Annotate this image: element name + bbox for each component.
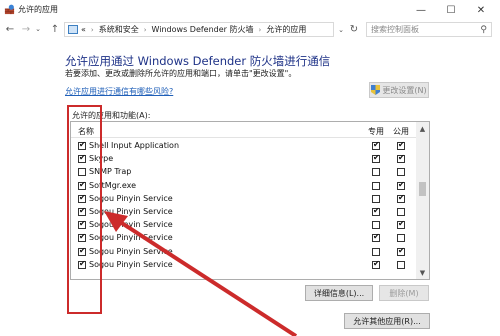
address-bar-row: ← → ⌄ ↑ « › 系统和安全 › Windows Defender 防火墙… bbox=[0, 20, 500, 38]
list-header: 名称 专用 公用 bbox=[71, 122, 417, 138]
forward-icon[interactable]: → bbox=[19, 22, 33, 36]
breadcrumb-overflow[interactable]: « bbox=[81, 25, 86, 34]
scroll-down-icon[interactable]: ▼ bbox=[416, 266, 429, 279]
breadcrumb-allowed-apps[interactable]: 允许的应用 bbox=[266, 24, 306, 35]
breadcrumb-separator: › bbox=[90, 25, 94, 34]
app-row[interactable]: Shell Input Application bbox=[71, 140, 417, 153]
app-enabled-checkbox[interactable] bbox=[78, 206, 86, 216]
app-name: Sogou Pinyin Service bbox=[89, 259, 173, 269]
app-name: SoftMgr.exe bbox=[89, 180, 137, 190]
details-button[interactable]: 详细信息(L)... bbox=[305, 285, 373, 301]
public-network-checkbox[interactable] bbox=[397, 168, 405, 177]
control-panel-icon bbox=[68, 25, 78, 34]
app-row[interactable]: Sogou Pinyin Service bbox=[71, 259, 417, 272]
up-icon[interactable]: ↑ bbox=[48, 22, 62, 36]
public-network-checkbox[interactable] bbox=[397, 180, 405, 190]
title-bar: 允许的应用 — ☐ ✕ bbox=[0, 0, 500, 20]
search-placeholder: 搜索控制面板 bbox=[371, 25, 419, 34]
breadcrumb-separator: › bbox=[258, 25, 262, 34]
app-name: Sogou Pinyin Service bbox=[89, 193, 173, 203]
page-description: 若要添加、更改或删除所允许的应用和端口，请单击"更改设置"。 bbox=[65, 69, 297, 78]
public-network-checkbox[interactable] bbox=[397, 208, 405, 216]
maximize-button[interactable]: ☐ bbox=[436, 0, 466, 20]
public-network-checkbox[interactable] bbox=[397, 234, 405, 243]
private-network-checkbox[interactable] bbox=[372, 181, 380, 190]
allow-other-app-button[interactable]: 允许其他应用(R)... bbox=[344, 313, 430, 329]
scroll-up-icon[interactable]: ▲ bbox=[416, 122, 429, 135]
app-row[interactable]: SNMP Trap bbox=[71, 166, 417, 179]
window-title: 允许的应用 bbox=[18, 5, 58, 14]
public-network-checkbox[interactable] bbox=[397, 246, 405, 256]
private-network-checkbox[interactable] bbox=[372, 232, 380, 243]
private-network-checkbox[interactable] bbox=[372, 140, 380, 150]
allowed-apps-label: 允许的应用和功能(A): bbox=[72, 111, 151, 120]
minimize-button[interactable]: — bbox=[406, 0, 436, 20]
allowed-apps-list[interactable]: 名称 专用 公用 Shell Input Application Skype SNM… bbox=[70, 121, 430, 280]
app-row[interactable]: SoftMgr.exe bbox=[71, 180, 417, 193]
change-settings-button[interactable]: 更改设置(N) bbox=[369, 82, 429, 98]
page-heading: 允许应用通过 Windows Defender 防火墙进行通信 bbox=[65, 54, 331, 68]
address-dropdown-icon[interactable]: ⌄ bbox=[335, 22, 347, 37]
app-name: Sogou Pinyin Service bbox=[89, 220, 173, 230]
private-network-checkbox[interactable] bbox=[372, 194, 380, 203]
delete-button[interactable]: 删除(M) bbox=[379, 285, 429, 301]
public-network-checkbox[interactable] bbox=[397, 219, 405, 230]
search-input[interactable]: 搜索控制面板 ⚲ bbox=[366, 22, 492, 37]
app-name: Shell Input Application bbox=[89, 141, 180, 150]
public-network-checkbox[interactable] bbox=[397, 260, 405, 269]
app-name: Sogou Pinyin Service bbox=[89, 246, 173, 256]
app-row[interactable]: Sogou Pinyin Service bbox=[71, 219, 417, 232]
app-enabled-checkbox[interactable] bbox=[78, 246, 86, 256]
app-enabled-checkbox[interactable] bbox=[78, 259, 86, 269]
app-row[interactable]: Sogou Pinyin Service bbox=[71, 246, 417, 259]
search-icon[interactable]: ⚲ bbox=[480, 25, 487, 35]
column-public-header[interactable]: 公用 bbox=[393, 126, 409, 137]
private-network-checkbox[interactable] bbox=[372, 206, 380, 216]
app-enabled-checkbox[interactable] bbox=[78, 180, 86, 190]
app-name: Sogou Pinyin Service bbox=[89, 207, 173, 216]
breadcrumb-system-security[interactable]: 系统和安全 bbox=[99, 24, 139, 35]
breadcrumb-firewall[interactable]: Windows Defender 防火墙 bbox=[152, 24, 254, 35]
app-name: Sogou Pinyin Service bbox=[89, 233, 173, 243]
back-icon[interactable]: ← bbox=[3, 22, 17, 36]
app-name: Skype bbox=[89, 154, 114, 164]
app-name: SNMP Trap bbox=[89, 167, 132, 177]
app-enabled-checkbox[interactable] bbox=[78, 168, 86, 177]
private-network-checkbox[interactable] bbox=[372, 247, 380, 256]
firewall-app-icon bbox=[4, 4, 15, 15]
change-settings-label: 更改设置(N) bbox=[382, 85, 427, 95]
column-name-header[interactable]: 名称 bbox=[78, 126, 94, 137]
close-button[interactable]: ✕ bbox=[466, 0, 496, 20]
app-enabled-checkbox[interactable] bbox=[78, 193, 86, 203]
column-private-header[interactable]: 专用 bbox=[368, 126, 384, 137]
scroll-thumb[interactable] bbox=[419, 182, 426, 196]
private-network-checkbox[interactable] bbox=[372, 153, 380, 164]
private-network-checkbox[interactable] bbox=[372, 168, 380, 177]
app-row[interactable]: Sogou Pinyin Service bbox=[71, 206, 417, 219]
public-network-checkbox[interactable] bbox=[397, 140, 405, 150]
app-row[interactable]: Skype bbox=[71, 153, 417, 166]
vertical-scrollbar[interactable]: ▲ ▼ bbox=[416, 122, 429, 279]
private-network-checkbox[interactable] bbox=[372, 221, 380, 230]
risk-help-link[interactable]: 允许应用进行通信有哪些风险? bbox=[65, 86, 173, 97]
app-enabled-checkbox[interactable] bbox=[78, 232, 86, 243]
app-enabled-checkbox[interactable] bbox=[78, 140, 86, 150]
app-row[interactable]: Sogou Pinyin Service bbox=[71, 193, 417, 206]
app-enabled-checkbox[interactable] bbox=[78, 219, 86, 230]
app-row[interactable]: Sogou Pinyin Service bbox=[71, 232, 417, 245]
recent-locations-icon[interactable]: ⌄ bbox=[33, 22, 43, 36]
shield-icon bbox=[371, 85, 381, 95]
refresh-icon[interactable]: ↻ bbox=[348, 22, 360, 37]
breadcrumb-separator: › bbox=[143, 25, 147, 34]
public-network-checkbox[interactable] bbox=[397, 193, 405, 203]
address-breadcrumb[interactable]: « › 系统和安全 › Windows Defender 防火墙 › 允许的应用 bbox=[64, 22, 334, 37]
app-enabled-checkbox[interactable] bbox=[78, 153, 86, 164]
private-network-checkbox[interactable] bbox=[372, 259, 380, 269]
public-network-checkbox[interactable] bbox=[397, 153, 405, 164]
